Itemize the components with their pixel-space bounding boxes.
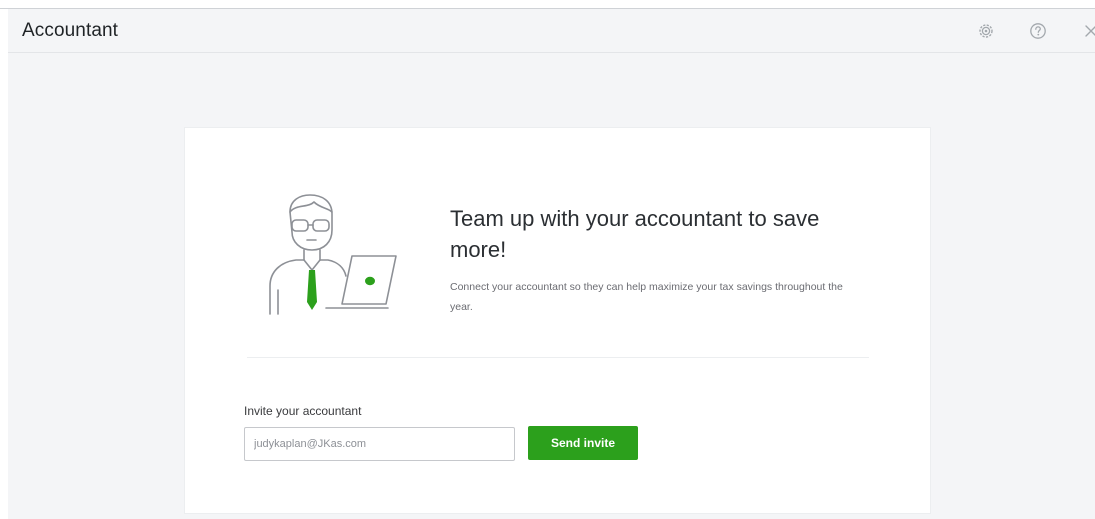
page-header: Accountant xyxy=(8,9,1095,53)
help-icon[interactable] xyxy=(1028,21,1048,41)
promo-headline: Team up with your accountant to save mor… xyxy=(450,206,820,262)
send-invite-button[interactable]: Send invite xyxy=(528,426,638,460)
accountant-illustration xyxy=(256,190,406,318)
section-divider xyxy=(247,357,869,358)
accountant-page: Accountant Team up with your accountant … xyxy=(0,0,1095,519)
accountant-email-input[interactable] xyxy=(244,427,515,461)
gear-icon[interactable] xyxy=(976,21,996,41)
invite-accountant-card: Team up with your accountant to save mor… xyxy=(184,127,931,514)
invite-label: Invite your accountant xyxy=(244,404,362,418)
close-icon[interactable] xyxy=(1081,21,1095,41)
page-title: Accountant xyxy=(22,20,119,41)
promo-description: Connect your accountant so they can help… xyxy=(450,281,843,313)
